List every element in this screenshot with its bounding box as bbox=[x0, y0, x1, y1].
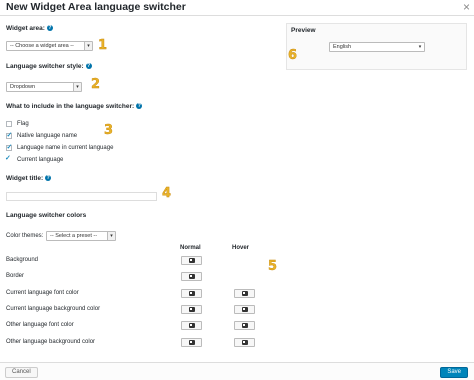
color-row-label: Background bbox=[6, 257, 39, 263]
preview-language-dropdown[interactable]: English ▾ bbox=[329, 42, 425, 52]
annotation-3: 3 bbox=[104, 123, 114, 138]
color-row-label: Other language font color bbox=[6, 322, 74, 328]
flag-checkbox[interactable] bbox=[6, 121, 12, 127]
hover-color-picker-button[interactable] bbox=[234, 289, 255, 298]
chevron-down-icon: ▾ bbox=[84, 42, 92, 50]
chevron-down-icon: ▾ bbox=[107, 232, 115, 240]
annotation-4: 4 bbox=[162, 186, 172, 201]
color-row-label: Current language font color bbox=[6, 290, 79, 296]
color-picker-icon bbox=[189, 291, 195, 296]
native-name-checkbox[interactable] bbox=[6, 131, 12, 139]
dialog-titlebar: New Widget Area language switcher × bbox=[0, 0, 474, 16]
current-lang-name-checkbox[interactable] bbox=[6, 143, 12, 151]
cancel-button[interactable]: Cancel bbox=[5, 367, 38, 378]
color-picker-icon bbox=[242, 307, 248, 312]
color-themes-label: Color themes: bbox=[6, 233, 44, 239]
color-themes-select[interactable]: -- Select a preset -- ▾ bbox=[46, 231, 116, 241]
help-icon[interactable]: ? bbox=[45, 175, 52, 182]
help-icon[interactable]: ? bbox=[46, 25, 53, 32]
current-language-label: Current language bbox=[17, 157, 64, 163]
normal-color-picker-button[interactable] bbox=[181, 272, 202, 281]
help-icon[interactable]: ? bbox=[136, 103, 143, 110]
color-picker-icon bbox=[242, 291, 248, 296]
switcher-style-select[interactable]: Dropdown ▾ bbox=[6, 82, 82, 92]
hover-color-picker-button[interactable] bbox=[234, 321, 255, 330]
annotation-6: 6 bbox=[288, 48, 298, 63]
annotation-2: 2 bbox=[91, 77, 101, 92]
hover-color-picker-button[interactable] bbox=[234, 338, 255, 347]
color-row-label: Current language background color bbox=[6, 306, 101, 312]
hover-column-header: Hover bbox=[232, 245, 250, 251]
normal-color-picker-button[interactable] bbox=[181, 256, 202, 265]
annotation-5: 5 bbox=[268, 259, 278, 274]
color-picker-icon bbox=[242, 323, 248, 328]
color-picker-icon bbox=[189, 307, 195, 312]
widget-area-select[interactable]: -- Choose a widget area -- ▾ bbox=[6, 41, 93, 51]
colors-label: Language switcher colors bbox=[6, 212, 87, 219]
color-row-label: Other language background color bbox=[6, 339, 96, 345]
help-icon[interactable]: ? bbox=[85, 63, 92, 70]
normal-color-picker-button[interactable] bbox=[181, 338, 202, 347]
color-row-label: Border bbox=[6, 273, 25, 279]
widget-area-label: Widget area:? bbox=[6, 25, 53, 32]
color-picker-icon bbox=[189, 323, 195, 328]
hover-color-picker-button[interactable] bbox=[234, 305, 255, 314]
save-button[interactable]: Save bbox=[440, 367, 468, 378]
switcher-style-label: Language switcher style:? bbox=[6, 63, 92, 70]
normal-color-picker-button[interactable] bbox=[181, 289, 202, 298]
close-icon[interactable]: × bbox=[463, 0, 470, 14]
flag-label: Flag bbox=[17, 121, 29, 127]
normal-color-picker-button[interactable] bbox=[181, 305, 202, 314]
preview-panel: Preview English ▾ 6 bbox=[286, 23, 467, 70]
dialog-title: New Widget Area language switcher bbox=[6, 1, 186, 13]
normal-column-header: Normal bbox=[180, 245, 201, 251]
color-picker-icon bbox=[189, 258, 195, 263]
chevron-down-icon: ▾ bbox=[73, 83, 81, 91]
widget-title-label: Widget title:? bbox=[6, 175, 52, 182]
chevron-down-icon: ▾ bbox=[416, 43, 424, 51]
preview-label: Preview bbox=[291, 27, 316, 34]
native-name-label: Native language name bbox=[17, 133, 78, 139]
color-picker-icon bbox=[189, 340, 195, 345]
current-lang-name-label: Language name in current language bbox=[17, 145, 114, 151]
widget-title-input[interactable] bbox=[6, 192, 157, 201]
current-language-check-icon[interactable]: ✓ bbox=[5, 154, 11, 162]
include-label: What to include in the language switcher… bbox=[6, 103, 143, 110]
color-picker-icon bbox=[242, 340, 248, 345]
dialog-footer: Cancel Save bbox=[0, 362, 474, 380]
annotation-1: 1 bbox=[98, 38, 108, 53]
color-picker-icon bbox=[189, 274, 195, 279]
normal-color-picker-button[interactable] bbox=[181, 321, 202, 330]
